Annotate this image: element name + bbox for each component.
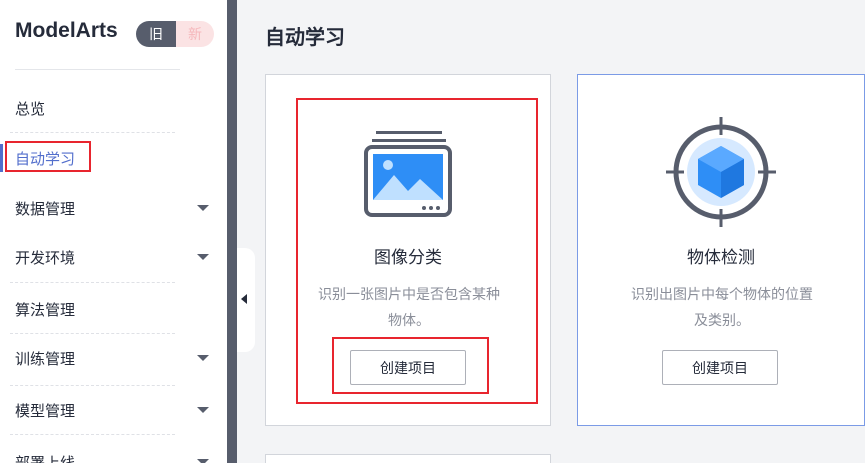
brand-logo: ModelArts [15,19,118,42]
sidebar-item-label: 开发环境 [15,248,76,267]
caret-down-icon [197,407,209,413]
object-detection-icon [666,117,776,227]
version-toggle[interactable]: 旧 新 [136,21,214,47]
divider [10,132,175,133]
divider [10,282,175,283]
highlight-box [332,337,489,394]
highlight-box [5,141,91,172]
sidebar-item-label: 算法管理 [15,300,76,319]
sidebar-item-data-management[interactable]: 数据管理 [0,186,227,230]
sidebar-item-algorithm-management[interactable]: 算法管理 [0,287,227,331]
create-project-button[interactable]: 创建项目 [662,350,778,385]
active-indicator [0,144,3,172]
caret-down-icon [197,459,209,463]
divider [10,385,175,386]
card-object-detection[interactable]: 物体检测 识别出图片中每个物体的位置 及类别。 创建项目 [577,74,865,426]
caret-down-icon [197,254,209,260]
caret-down-icon [197,355,209,361]
divider [10,333,175,334]
sidebar-item-label: 数据管理 [15,199,76,218]
version-old-option[interactable]: 旧 [136,21,176,47]
sidebar-item-model-management[interactable]: 模型管理 [0,388,227,432]
divider [15,69,180,70]
sidebar-item-label: 训练管理 [15,349,76,368]
card-description-line: 及类别。 [694,313,750,329]
card-title: 物体检测 [687,248,755,268]
collapse-left-icon [241,294,247,304]
sidebar-item-overview[interactable]: 总览 [0,86,227,130]
card-partial [265,454,551,463]
divider [10,434,175,435]
sidebar-item-label: 总览 [15,99,46,118]
sidebar-item-label: 模型管理 [15,401,76,420]
sidebar-border [227,0,237,463]
page-title: 自动学习 [265,25,345,49]
sidebar-item-deployment[interactable]: 部署上线 [0,440,227,463]
caret-down-icon [197,205,209,211]
card-description: 识别出图片中每个物体的位置 及类别。 [608,282,836,334]
card-description-line: 识别出图片中每个物体的位置 [631,287,813,303]
sidebar-item-dev-environment[interactable]: 开发环境 [0,235,227,279]
version-new-option[interactable]: 新 [176,21,214,47]
sidebar-item-training-management[interactable]: 训练管理 [0,336,227,380]
sidebar-item-label: 部署上线 [15,453,76,463]
sidebar: ModelArts 旧 新 总览 自动学习 数据管理 开发环境 算法管理 训练管… [0,0,227,463]
